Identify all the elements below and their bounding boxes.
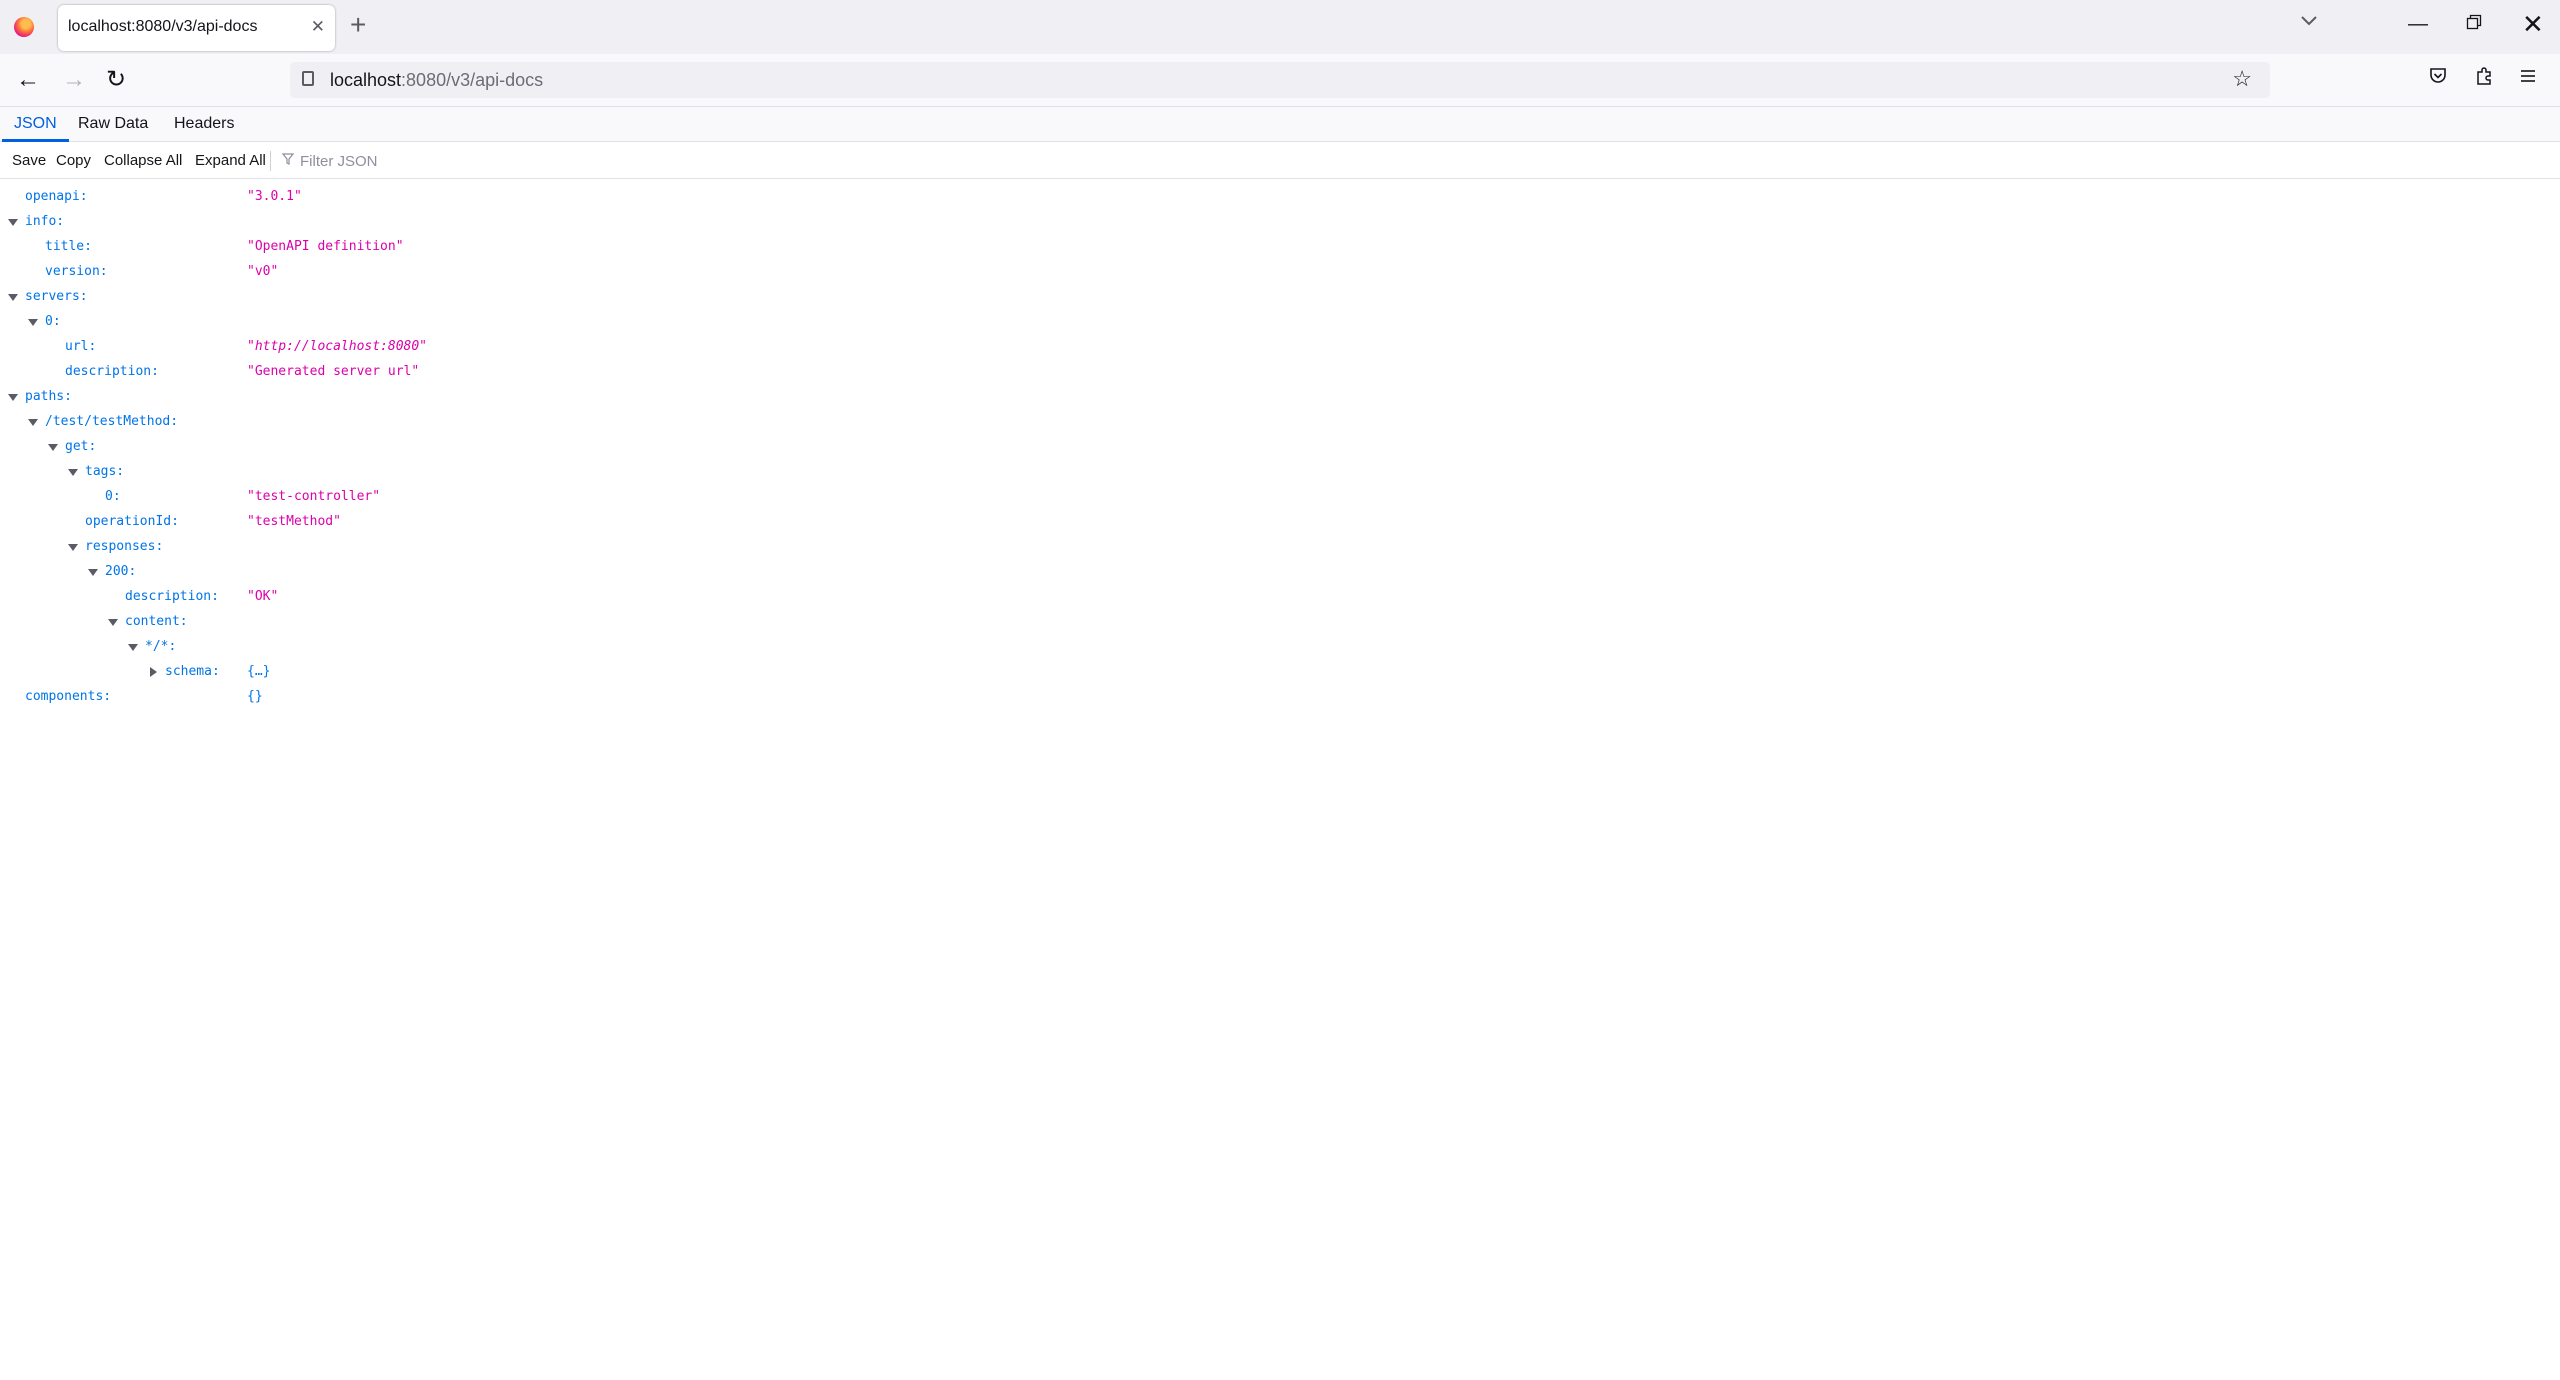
list-all-tabs-icon[interactable] xyxy=(2300,14,2318,32)
menu-icon[interactable] xyxy=(2518,66,2538,92)
collapse-all-button[interactable]: Collapse All xyxy=(104,152,182,169)
tree-key: */*: xyxy=(145,639,177,654)
firefox-logo-icon xyxy=(14,17,34,37)
reload-icon[interactable]: ↻ xyxy=(106,66,126,94)
tree-row: components: {} xyxy=(0,685,2560,709)
tree-key: title: xyxy=(45,239,92,254)
tab-raw-data[interactable]: Raw Data xyxy=(66,107,160,139)
tree-key: get: xyxy=(65,439,97,454)
expand-arrow-icon[interactable] xyxy=(150,667,157,677)
tree-key: description: xyxy=(65,364,159,379)
restore-icon[interactable] xyxy=(2466,14,2482,35)
tree-key: 0: xyxy=(45,314,61,329)
collapse-arrow-icon[interactable] xyxy=(88,569,98,576)
collapse-arrow-icon[interactable] xyxy=(128,644,138,651)
save-button[interactable]: Save xyxy=(12,152,46,169)
tree-row[interactable]: responses: xyxy=(0,535,2560,559)
filter-icon xyxy=(281,152,295,168)
tree-key: schema: xyxy=(165,664,220,679)
close-window-icon[interactable]: ✕ xyxy=(2522,9,2544,40)
tree-value: "v0" xyxy=(247,264,279,279)
navigation-bar: ← → ↻ localhost:8080/v3/api-docs ☆ xyxy=(0,54,2560,107)
url-path: :8080/v3/api-docs xyxy=(401,70,544,90)
tree-row[interactable]: paths: xyxy=(0,385,2560,409)
collapse-arrow-icon[interactable] xyxy=(8,394,18,401)
new-tab-icon[interactable]: + xyxy=(350,10,366,40)
tree-value: {} xyxy=(247,689,263,704)
tree-key: paths: xyxy=(25,389,72,404)
copy-button[interactable]: Copy xyxy=(56,152,91,169)
toolbar-divider xyxy=(270,151,271,171)
tree-row[interactable]: get: xyxy=(0,435,2560,459)
tree-key: tags: xyxy=(85,464,125,479)
tab-title: localhost:8080/v3/api-docs xyxy=(68,18,258,35)
tree-row: openapi: "3.0.1" xyxy=(0,185,2560,209)
tree-value: "testMethod" xyxy=(247,514,341,529)
tree-row: operationId: "testMethod" xyxy=(0,510,2560,534)
tree-row: version: "v0" xyxy=(0,260,2560,284)
url-host: localhost xyxy=(330,70,402,90)
tree-row: title: "OpenAPI definition" xyxy=(0,235,2560,259)
tree-value: "OK" xyxy=(247,589,279,604)
tree-key: servers: xyxy=(25,289,88,304)
tab-headers[interactable]: Headers xyxy=(162,107,246,139)
close-tab-icon[interactable]: ✕ xyxy=(311,17,325,37)
collapse-arrow-icon[interactable] xyxy=(28,419,38,426)
tree-row: 0: "test-controller" xyxy=(0,485,2560,509)
collapse-arrow-icon[interactable] xyxy=(8,294,18,301)
url-bar[interactable]: localhost:8080/v3/api-docs ☆ xyxy=(290,62,2270,98)
url-text[interactable]: localhost:8080/v3/api-docs xyxy=(330,70,543,91)
collapse-arrow-icon[interactable] xyxy=(8,219,18,226)
tree-row[interactable]: 200: xyxy=(0,560,2560,584)
tree-value: "Generated server url" xyxy=(247,364,420,379)
tree-key: description: xyxy=(125,589,219,604)
tree-key: content: xyxy=(125,614,188,629)
tree-value: "http://localhost:8080" xyxy=(247,339,428,354)
page-icon xyxy=(302,71,314,86)
tree-value: {…} xyxy=(247,664,271,679)
back-icon[interactable]: ← xyxy=(16,66,40,94)
tree-row[interactable]: */*: xyxy=(0,635,2560,659)
minimize-icon[interactable]: — xyxy=(2408,13,2428,36)
tree-key: info: xyxy=(25,214,65,229)
bookmark-star-icon[interactable]: ☆ xyxy=(2232,66,2252,92)
pocket-icon[interactable] xyxy=(2428,66,2448,92)
tree-key: 200: xyxy=(105,564,137,579)
collapse-arrow-icon[interactable] xyxy=(48,444,58,451)
tree-row: description: "Generated server url" xyxy=(0,360,2560,384)
json-toolbar: Save Copy Collapse All Expand All xyxy=(0,142,2560,179)
tree-key: openapi: xyxy=(25,189,88,204)
tree-key: url: xyxy=(65,339,97,354)
tree-row[interactable]: tags: xyxy=(0,460,2560,484)
tree-row[interactable]: content: xyxy=(0,610,2560,634)
collapse-arrow-icon[interactable] xyxy=(108,619,118,626)
tree-row[interactable]: info: xyxy=(0,210,2560,234)
tree-key: operationId: xyxy=(85,514,179,529)
tree-row[interactable]: /test/testMethod: xyxy=(0,410,2560,434)
tree-row: description: "OK" xyxy=(0,585,2560,609)
tree-value: "test-controller" xyxy=(247,489,381,504)
tree-key: responses: xyxy=(85,539,164,554)
collapse-arrow-icon[interactable] xyxy=(28,319,38,326)
tree-value: "OpenAPI definition" xyxy=(247,239,404,254)
expand-all-button[interactable]: Expand All xyxy=(195,152,266,169)
tree-row[interactable]: 0: xyxy=(0,310,2560,334)
forward-icon[interactable]: → xyxy=(62,66,86,94)
json-viewer-tabs: JSON Raw Data Headers xyxy=(0,107,2560,142)
collapse-arrow-icon[interactable] xyxy=(68,544,78,551)
tree-key: version: xyxy=(45,264,108,279)
tree-row[interactable]: servers: xyxy=(0,285,2560,309)
tree-row[interactable]: schema: {…} xyxy=(0,660,2560,684)
browser-tab[interactable]: localhost:8080/v3/api-docs ✕ xyxy=(58,5,335,51)
extensions-icon[interactable] xyxy=(2474,66,2494,92)
tree-key: /test/testMethod: xyxy=(45,414,179,429)
tree-row: url: "http://localhost:8080" xyxy=(0,335,2560,359)
tab-json[interactable]: JSON xyxy=(2,107,69,142)
collapse-arrow-icon[interactable] xyxy=(68,469,78,476)
tree-key: 0: xyxy=(105,489,121,504)
tab-bar: localhost:8080/v3/api-docs ✕ + — ✕ xyxy=(0,0,2560,54)
filter-json-input[interactable] xyxy=(298,149,562,173)
tree-key: components: xyxy=(25,689,112,704)
tree-value: "3.0.1" xyxy=(247,189,302,204)
